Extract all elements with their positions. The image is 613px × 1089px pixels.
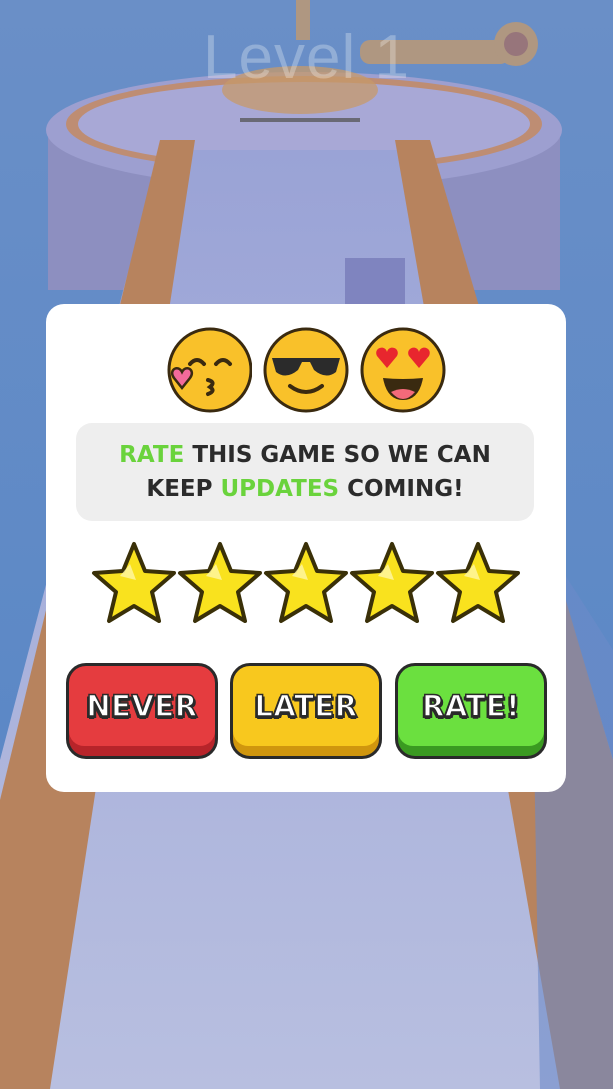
never-button[interactable]: NEVER [66,663,218,759]
star-3-icon[interactable] [262,540,350,628]
emoji-row [46,326,566,414]
kissing-face-icon [167,327,252,413]
rating-dialog: RATE THIS GAME SO WE CAN KEEP UPDATES CO… [46,304,566,792]
star-rating [90,540,530,630]
heart-eyes-face-icon [360,327,446,413]
star-5-icon[interactable] [434,540,522,628]
message-text: KEEP [146,476,221,502]
star-2-icon[interactable] [176,540,264,628]
message-text: THIS GAME SO WE CAN [184,442,491,468]
rating-message: RATE THIS GAME SO WE CAN KEEP UPDATES CO… [76,423,534,521]
message-highlight-rate: RATE [119,442,185,468]
level-title: Level 1 [203,23,410,92]
rate-button[interactable]: RATE! [395,663,547,759]
never-button-label: NEVER [86,688,198,724]
rate-button-label: RATE! [421,688,520,724]
message-text: COMING! [339,476,464,502]
message-highlight-updates: UPDATES [220,476,340,502]
star-1-icon[interactable] [90,540,178,628]
message-line-1: RATE THIS GAME SO WE CAN [119,438,491,472]
later-button[interactable]: LATER [230,663,382,759]
message-line-2: KEEP UPDATES COMING! [146,472,463,506]
star-4-icon[interactable] [348,540,436,628]
later-button-label: LATER [254,688,358,724]
sunglasses-face-icon [263,327,349,413]
